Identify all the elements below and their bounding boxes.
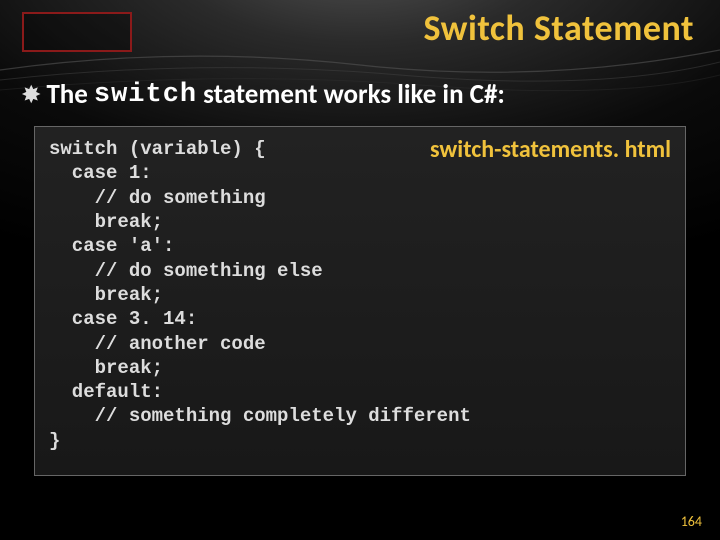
filename-label: switch-statements. html <box>430 135 671 164</box>
bullet-text: ✸ The switch statement works like in C#: <box>22 78 694 111</box>
bullet-pre: The <box>46 78 87 111</box>
bullet-keyword: switch <box>94 80 197 110</box>
slide: Switch Statement ✸ The switch statement … <box>0 0 720 540</box>
code-block: switch-statements. html switch (variable… <box>34 126 686 476</box>
bullet-icon: ✸ <box>22 84 40 106</box>
logo-placeholder <box>22 12 132 52</box>
page-number: 164 <box>681 513 702 530</box>
code-content: switch (variable) { case 1: // do someth… <box>49 137 671 453</box>
slide-title: Switch Statement <box>424 6 695 50</box>
bullet-post: statement works like in C#: <box>203 78 505 111</box>
